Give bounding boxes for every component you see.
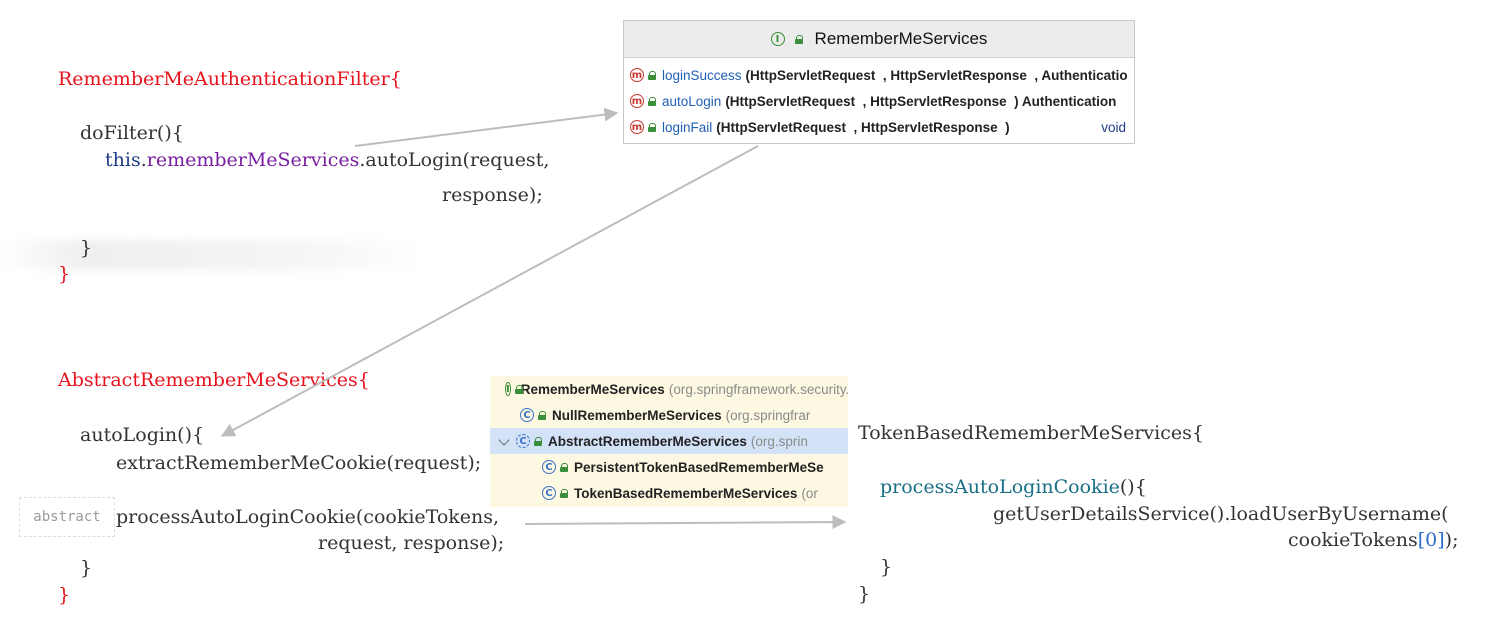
arrow-to-autologin [220,145,759,437]
arrows-layer [220,107,847,530]
arrow-to-token-based [524,515,847,530]
arrow-to-structure-popup [354,107,619,147]
